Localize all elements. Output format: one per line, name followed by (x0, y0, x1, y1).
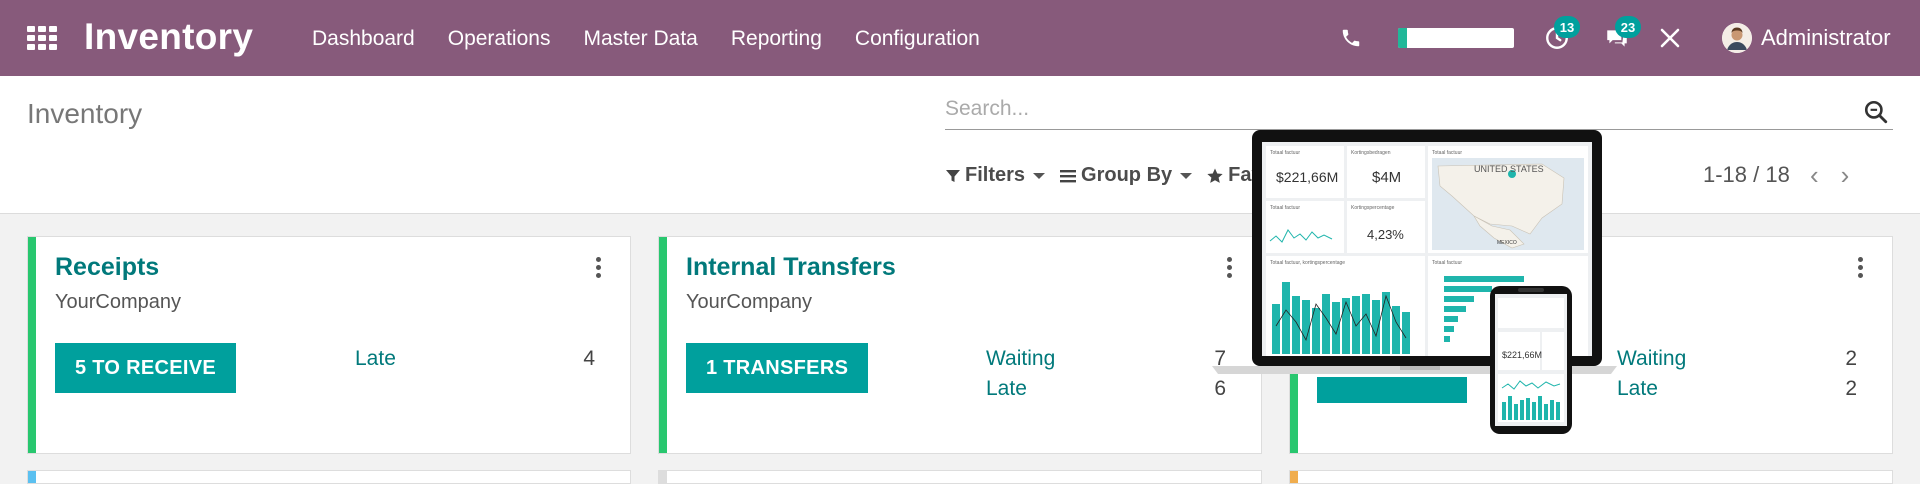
tile-value: $221,66M (1276, 169, 1338, 185)
tile-label: Totaal factuur (1270, 150, 1300, 156)
messages-count-badge: 23 (1615, 16, 1641, 38)
map-label: UNITED STATES (1474, 164, 1544, 174)
control-panel: Inventory Filters Group By Favo 1-18 / 1… (0, 76, 1920, 214)
top-navbar: Inventory Dashboard Operations Master Da… (0, 0, 1920, 76)
card-color-stripe (659, 237, 667, 453)
card-company: YourCompany (686, 291, 813, 313)
menu-reporting[interactable]: Reporting (731, 27, 822, 51)
page-title: Inventory (27, 98, 143, 129)
search-icon[interactable] (1863, 99, 1889, 125)
stat-late-label[interactable]: Late (355, 347, 396, 371)
group-by-button[interactable]: Group By (1059, 164, 1193, 187)
operation-card-internal-transfers[interactable]: Internal Transfers YourCompany 1 TRANSFE… (658, 236, 1262, 454)
map-label: MEXICO (1497, 240, 1517, 246)
operation-card-partial[interactable] (27, 470, 631, 484)
chart-title: Totaal factuur (1432, 260, 1462, 266)
messages-icon[interactable]: 23 (1603, 0, 1641, 76)
filters-label: Filters (965, 164, 1026, 186)
operation-card-partial[interactable] (658, 470, 1262, 484)
chevron-left-icon[interactable]: ‹ (1810, 162, 1819, 188)
list-icon (1060, 169, 1077, 182)
card-company: YourCompany (55, 291, 182, 313)
tile-label: Totaal factuur (1432, 150, 1462, 156)
menu-dashboard[interactable]: Dashboard (312, 27, 415, 51)
menu-configuration[interactable]: Configuration (855, 27, 980, 51)
activity-count-badge: 13 (1554, 16, 1580, 38)
filter-icon (946, 169, 960, 182)
user-name: Administrator (1761, 25, 1891, 50)
menu-master-data[interactable]: Master Data (583, 27, 697, 51)
tile-label: Totaal factuur (1270, 205, 1300, 211)
operation-card-receipts[interactable]: Receipts YourCompany 5 TO RECEIVE Late 4 (27, 236, 631, 454)
progress-indicator (1398, 0, 1514, 76)
activity-icon[interactable]: 13 (1544, 0, 1580, 76)
stat-waiting-label[interactable]: Waiting (1617, 347, 1686, 371)
to-receive-button[interactable]: 5 TO RECEIVE (55, 343, 237, 393)
tile-label: Kortingspercentage (1351, 205, 1395, 211)
card-color-stripe (28, 237, 36, 453)
chart-title: Totaal factuur, kortingspercentage (1270, 260, 1345, 266)
progress-fill (1398, 28, 1408, 48)
kebab-menu-icon[interactable] (596, 257, 602, 278)
avatar (1722, 23, 1752, 53)
pager-value[interactable]: 1-18 / 18 (1703, 162, 1790, 188)
stat-waiting-value[interactable]: 2 (1817, 347, 1857, 371)
tile-label: Kortingsbedragen (1351, 150, 1391, 156)
search-input[interactable] (945, 90, 1825, 128)
kebab-menu-icon[interactable] (1858, 257, 1864, 278)
app-brand[interactable]: Inventory (84, 16, 253, 58)
tile-value: $4M (1372, 169, 1401, 186)
phone-value: $221,66M (1502, 350, 1542, 360)
dashboard-devices-image: Totaal factuur $221,66M Kortingsbedragen… (1212, 130, 1617, 434)
stat-late-value[interactable]: 2 (1817, 377, 1857, 401)
main-menu: Dashboard Operations Master Data Reporti… (312, 27, 980, 51)
app-grid-icon[interactable] (27, 26, 57, 50)
pager-nav: ‹ › (1810, 162, 1849, 188)
menu-operations[interactable]: Operations (448, 27, 551, 51)
search-bar (945, 90, 1893, 130)
debug-tools-icon[interactable] (1658, 0, 1682, 76)
stat-late-value[interactable]: 4 (555, 347, 595, 371)
stat-late-label[interactable]: Late (1617, 377, 1658, 401)
tile-value: 4,23% (1367, 227, 1404, 242)
filters-button[interactable]: Filters (945, 164, 1046, 187)
stat-waiting-label[interactable]: Waiting (986, 347, 1055, 371)
user-menu[interactable]: Administrator (1722, 0, 1891, 76)
stat-late-label[interactable]: Late (986, 377, 1027, 401)
card-title[interactable]: Receipts (55, 253, 159, 282)
group-by-label: Group By (1081, 164, 1173, 186)
card-title[interactable]: Internal Transfers (686, 253, 896, 282)
operation-card-partial[interactable] (1289, 470, 1893, 484)
transfers-button[interactable]: 1 TRANSFERS (686, 343, 869, 393)
chevron-right-icon[interactable]: › (1841, 162, 1850, 188)
phone-icon[interactable] (1340, 0, 1362, 76)
